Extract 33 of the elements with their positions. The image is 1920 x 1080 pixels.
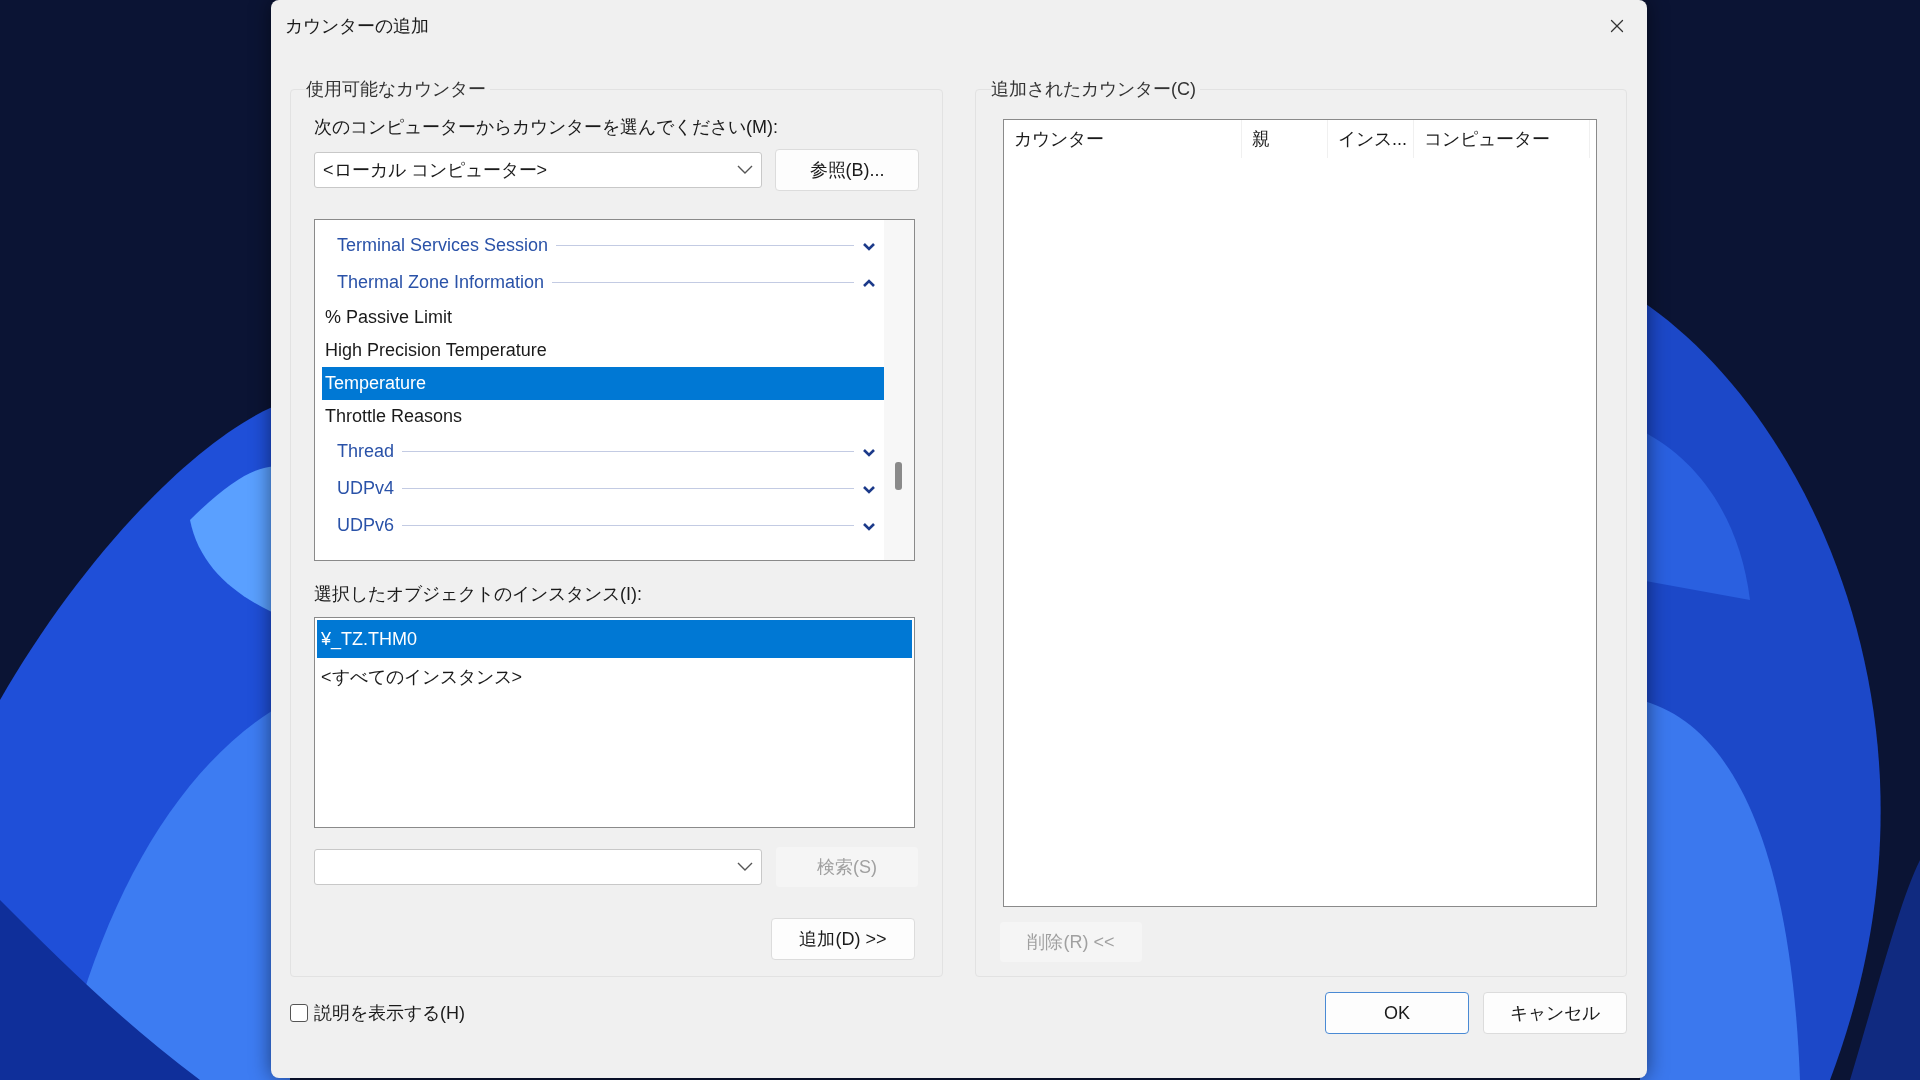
chevron-down-icon[interactable] (862, 483, 876, 494)
field-label: 選択したオブジェクトのインスタンス(I): (314, 583, 643, 605)
column-header[interactable]: インス... (1328, 120, 1414, 158)
counter-category[interactable]: UDPv4 (337, 478, 394, 499)
computer-dropdown[interactable]: <ローカル コンピューター> (314, 152, 762, 188)
button[interactable]: 追加(D) >> (771, 918, 915, 960)
column-header[interactable]: コンピューター (1414, 120, 1590, 158)
counter-category[interactable]: Terminal Services Session (337, 235, 549, 256)
button[interactable]: 参照(B)... (775, 149, 919, 191)
counter-item[interactable]: Throttle Reasons (322, 400, 884, 433)
chevron-down-icon[interactable] (862, 520, 876, 531)
scrollbar[interactable] (884, 220, 914, 560)
counter-category[interactable]: Thermal Zone Information (337, 272, 545, 293)
counter-category[interactable]: Thread (337, 441, 395, 462)
counter-category[interactable]: UDPv6 (337, 515, 394, 536)
scrollbar-thumb[interactable] (895, 462, 902, 490)
column-header[interactable]: 親 (1242, 120, 1328, 158)
group-title: 使用可能なカウンター (306, 78, 490, 100)
field-label: 次のコンピューターからカウンターを選んでください(M): (314, 116, 779, 138)
instance-item[interactable]: <すべてのインスタンス> (317, 658, 912, 696)
chevron-down-icon[interactable] (862, 240, 876, 251)
chevron-up-icon[interactable] (862, 277, 876, 288)
column-header[interactable]: カウンター (1004, 120, 1242, 158)
counter-item[interactable]: Temperature (322, 367, 884, 400)
button[interactable]: キャンセル (1483, 992, 1627, 1034)
chevron-down-icon[interactable] (862, 446, 876, 457)
group-title: 追加されたカウンター(C) (991, 78, 1200, 100)
instance-item[interactable]: ¥_TZ.THM0 (317, 620, 912, 658)
show-description-checkbox[interactable]: 説明を表示する(H) (290, 1001, 465, 1025)
window-title: カウンターの追加 (285, 15, 429, 38)
counter-item[interactable]: % Passive Limit (322, 301, 884, 334)
default-button[interactable]: OK (1325, 992, 1469, 1034)
counter-item[interactable]: High Precision Temperature (322, 334, 884, 367)
